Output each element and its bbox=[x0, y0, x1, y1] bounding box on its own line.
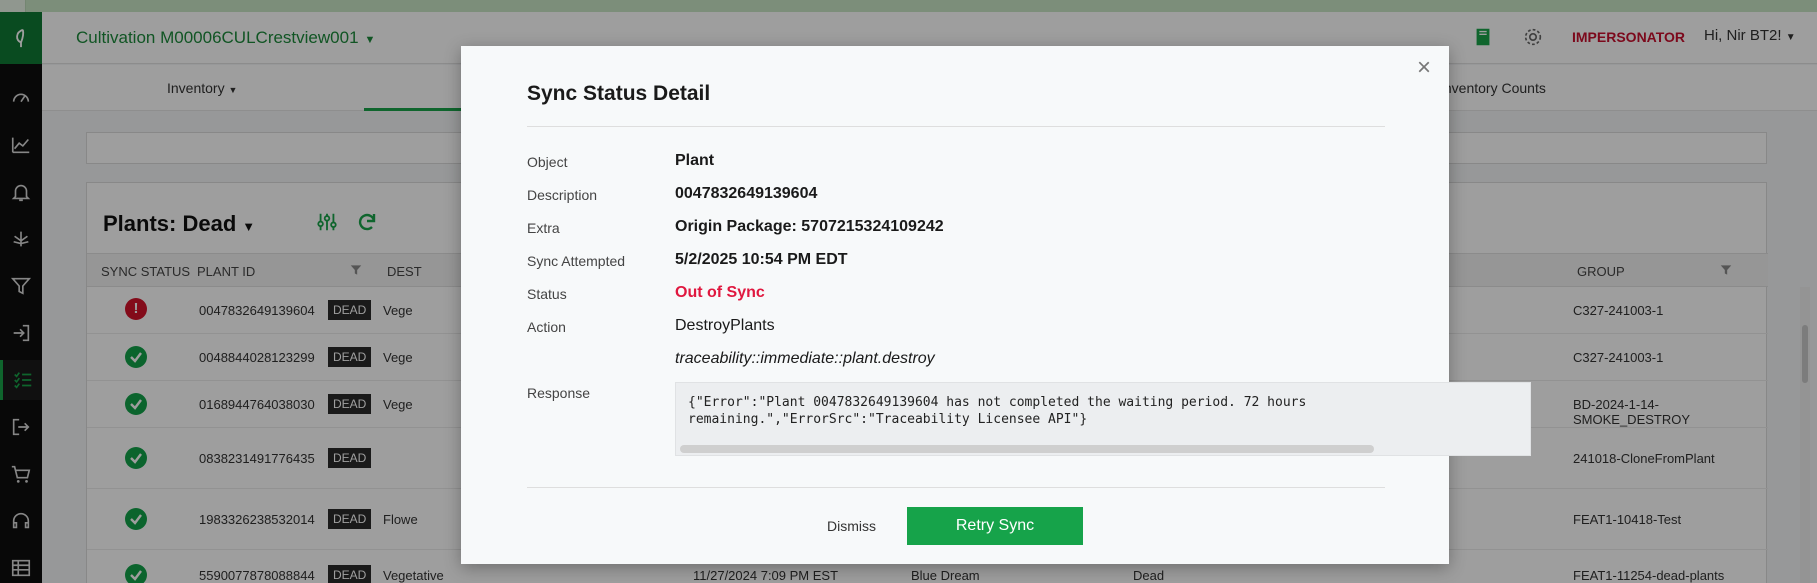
label-status: Status bbox=[527, 286, 567, 302]
label-sync-attempted: Sync Attempted bbox=[527, 253, 626, 269]
value-action-detail: traceability::immediate::plant.destroy bbox=[675, 350, 935, 367]
value-action: DestroyPlants bbox=[675, 317, 775, 334]
label-object: Object bbox=[527, 154, 568, 170]
response-code: {"Error":"Plant 0047832649139604 has not… bbox=[688, 395, 1315, 427]
value-sync-attempted: 5/2/2025 10:54 PM EDT bbox=[675, 251, 848, 268]
close-icon[interactable]: × bbox=[1417, 54, 1431, 82]
value-description: 0047832649139604 bbox=[675, 185, 818, 202]
label-extra: Extra bbox=[527, 220, 560, 236]
value-extra: Origin Package: 5707215324109242 bbox=[675, 218, 944, 235]
label-action: Action bbox=[527, 319, 566, 335]
horizontal-scrollbar[interactable] bbox=[680, 445, 1374, 453]
retry-sync-button[interactable]: Retry Sync bbox=[907, 507, 1083, 545]
label-description: Description bbox=[527, 187, 598, 203]
divider bbox=[527, 487, 1385, 488]
response-box[interactable]: {"Error":"Plant 0047832649139604 has not… bbox=[675, 382, 1531, 456]
dialog-title: Sync Status Detail bbox=[527, 82, 711, 105]
dismiss-button[interactable]: Dismiss bbox=[827, 518, 876, 534]
value-object: Plant bbox=[675, 152, 715, 169]
divider bbox=[527, 126, 1385, 127]
value-status: Out of Sync bbox=[675, 284, 765, 301]
label-response: Response bbox=[527, 385, 591, 401]
sync-status-dialog: × Sync Status Detail Object Plant Descri… bbox=[461, 46, 1531, 564]
